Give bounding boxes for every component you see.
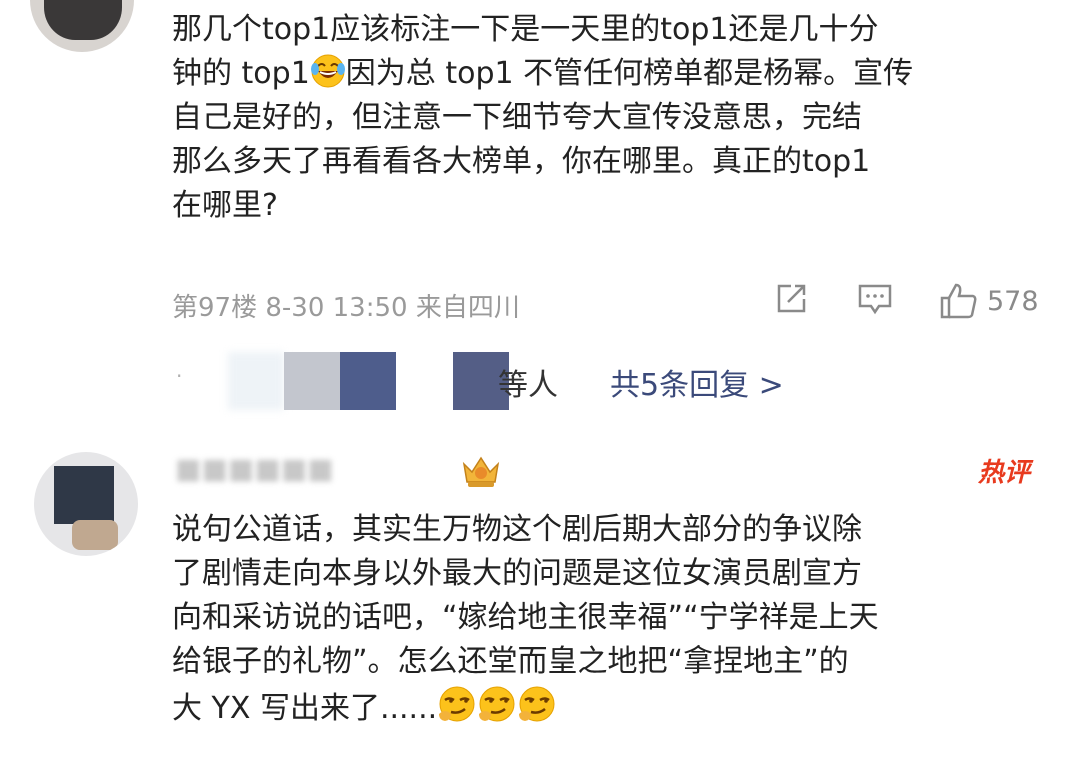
- avatar[interactable]: [34, 452, 138, 556]
- replies-preview[interactable]: · 等人 共5条回复 >: [170, 350, 810, 412]
- thumbs-up-icon: [940, 283, 977, 319]
- like-count: 578: [987, 285, 1039, 317]
- smirk-emoji-icon: [439, 686, 475, 722]
- blurred-name: [228, 352, 284, 410]
- ellipsis-icon: ·: [176, 364, 183, 388]
- comment-line: 了剧情走向本身以外最大的问题是这位女演员剧宣方: [172, 556, 862, 591]
- comment-icon: [858, 284, 892, 315]
- share-button[interactable]: [774, 282, 808, 323]
- comment-line: 大 YX 写出来了......: [172, 684, 879, 731]
- comment-line: 那几个top1应该标注一下是一天里的top1还是几十分: [172, 12, 879, 47]
- blurred-username[interactable]: ■■■■■■: [175, 452, 455, 492]
- avatar[interactable]: [30, 0, 134, 52]
- comment-button[interactable]: [857, 282, 893, 323]
- smirk-emoji-icon: [519, 686, 555, 722]
- comment-line: 给银子的礼物”。怎么还堂而皇之地把“拿捏地主”的: [172, 644, 849, 679]
- replies-total-link[interactable]: 共5条回复 >: [610, 360, 784, 404]
- comment-line: 向和采访说的话吧，“嫁给地主很幸福”“宁学祥是上天: [172, 600, 879, 635]
- comment-text: 说句公道话，其实生万物这个剧后期大部分的争议除 了剧情走向本身以外最大的问题是这…: [172, 508, 879, 731]
- comment-line: 在哪里?: [172, 188, 278, 223]
- blurred-name: [340, 352, 396, 410]
- replies-suffix: 等人: [498, 368, 558, 403]
- share-icon: [777, 284, 806, 313]
- comment-line: 说句公道话，其实生万物这个剧后期大部分的争议除: [172, 512, 862, 547]
- crown-badge-icon: [460, 452, 502, 490]
- smirk-emoji-icon: [479, 686, 515, 722]
- comment-meta: 第97楼 8-30 13:50 来自四川: [172, 293, 520, 323]
- comment-text: 那几个top1应该标注一下是一天里的top1还是几十分 钟的 top1 因为总 t…: [172, 8, 913, 228]
- like-button[interactable]: 578: [939, 282, 1039, 320]
- hot-comment-badge: 热评: [978, 458, 1031, 488]
- blurred-name: [284, 352, 340, 410]
- comment-line: 自己是好的，但注意一下细节夸大宣传没意思，完结: [172, 100, 862, 135]
- comment-line: 钟的 top1 因为总 top1 不管任何榜单都是杨幂。宣传: [172, 52, 913, 96]
- laugh-cry-emoji-icon: [310, 54, 345, 88]
- comment-line: 那么多天了再看看各大榜单，你在哪里。真正的top1: [172, 144, 871, 179]
